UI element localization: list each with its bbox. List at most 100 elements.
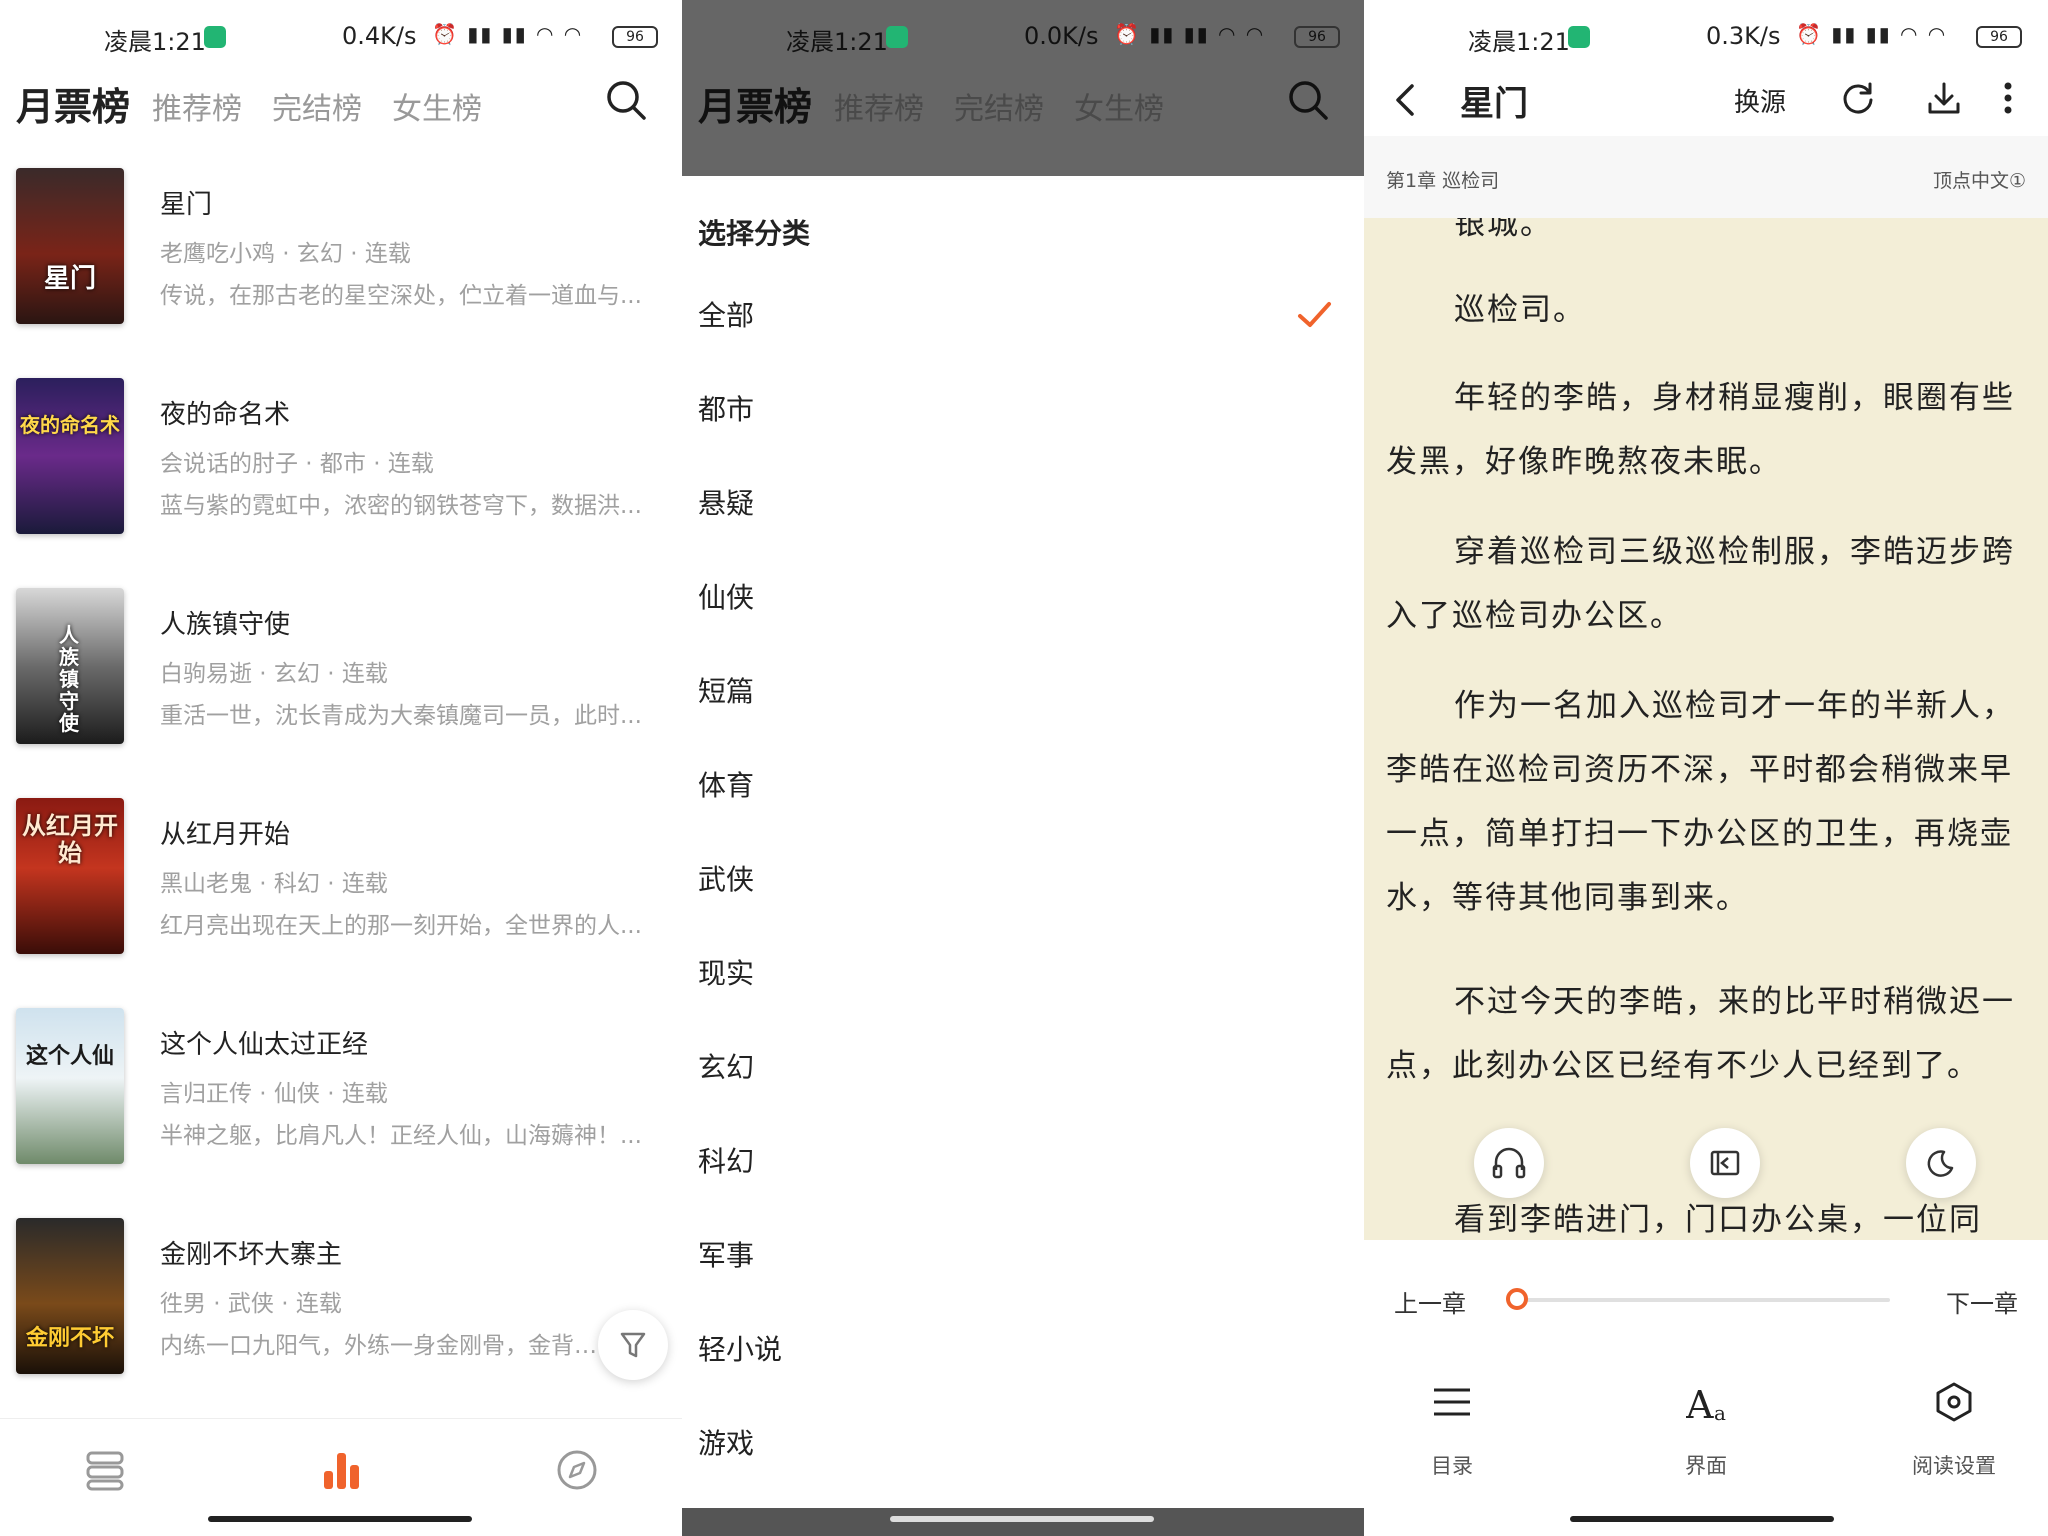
home-indicator[interactable] <box>208 1516 472 1522</box>
book-cover: 人族镇守使 <box>16 588 124 744</box>
category-item-military[interactable]: 军事 <box>698 1234 1348 1294</box>
category-label: 军事 <box>698 1239 755 1272</box>
tab-completed[interactable]: 完结榜 <box>954 84 1044 128</box>
book-desc: 红月亮出现在天上的那一刻开始，全世界的人... <box>160 913 642 939</box>
signal-icons: ⏰ ▮▮ ▮▮ ◠ ◠ <box>1114 22 1266 46</box>
reading-page[interactable]: 银城。 巡检司。 年轻的李皓，身材稍显瘦削，眼圈有些发黑，好像昨晚熬夜未眠。 穿… <box>1364 218 2048 1240</box>
paragraph: 巡检司。 <box>1454 292 1586 328</box>
interface-button[interactable]: Aa 界面 <box>1646 1370 1766 1480</box>
status-time: 凌晨1:21 <box>104 28 206 56</box>
search-icon[interactable] <box>1286 78 1330 122</box>
book-list-item[interactable]: 这个人仙 这个人仙太过正经 言归正传 · 仙侠 · 连载 半神之躯，比肩凡人！正… <box>0 1008 682 1218</box>
ranking-tabs: 月票榜 推荐榜 完结榜 女生榜 <box>0 76 682 166</box>
tab-female[interactable]: 女生榜 <box>1074 84 1164 128</box>
home-indicator[interactable] <box>1570 1516 1834 1522</box>
tab-recommend[interactable]: 推荐榜 <box>834 84 924 128</box>
shield-icon <box>1568 26 1590 48</box>
listen-button[interactable] <box>1474 1128 1544 1198</box>
book-list-item[interactable]: 金刚不坏 金刚不坏大寨主 徃男 · 武侠 · 连载 内练一口九阳气，外练一身金刚… <box>0 1218 682 1428</box>
more-icon[interactable] <box>1998 78 2018 118</box>
ranking-icon[interactable] <box>316 1445 366 1495</box>
book-desc: 重活一世，沈长青成为大秦镇魔司一员，此时... <box>160 703 642 729</box>
next-chapter-button[interactable]: 下一章 <box>1946 1284 2018 1319</box>
download-icon[interactable] <box>1924 78 1964 118</box>
category-label: 体育 <box>698 769 755 802</box>
page-turn-icon <box>1710 1150 1740 1176</box>
night-mode-button[interactable] <box>1906 1128 1976 1198</box>
refresh-icon[interactable] <box>1838 78 1878 118</box>
paragraph: 银城。 <box>1454 218 1553 242</box>
tab-monthly-ticket[interactable]: 月票榜 <box>16 76 130 131</box>
discover-icon[interactable] <box>552 1445 602 1495</box>
status-time: 凌晨1:21 <box>1468 28 1570 56</box>
status-bar: 凌晨1:21 0.0K/s ⏰ ▮▮ ▮▮ ◠ ◠ 96 <box>682 0 1364 76</box>
source-name: 顶点中文① <box>1932 170 2026 192</box>
book-title: 夜的命名术 <box>160 400 291 430</box>
auto-page-button[interactable] <box>1690 1128 1760 1198</box>
prev-chapter-button[interactable]: 上一章 <box>1394 1284 1466 1319</box>
category-item-short[interactable]: 短篇 <box>698 670 1348 730</box>
battery-icon: 96 <box>1294 26 1340 48</box>
category-item-wuxia[interactable]: 武侠 <box>698 858 1348 918</box>
category-item-fantasy[interactable]: 玄幻 <box>698 1046 1348 1106</box>
catalog-button[interactable]: 目录 <box>1392 1370 1512 1480</box>
tab-recommend[interactable]: 推荐榜 <box>152 84 242 128</box>
category-item-all[interactable]: 全部 <box>698 294 1348 354</box>
chapter-title: 第1章 巡检司 <box>1386 170 1500 192</box>
book-meta: 会说话的肘子 · 都市 · 连载 <box>160 451 434 477</box>
home-indicator[interactable] <box>890 1516 1154 1522</box>
ranking-tabs: 月票榜 推荐榜 完结榜 女生榜 <box>682 76 1364 166</box>
category-item-xianxia[interactable]: 仙侠 <box>698 576 1348 636</box>
tab-completed[interactable]: 完结榜 <box>272 84 362 128</box>
paragraph: 穿着巡检司三级巡检制服，李皓迈步跨入了巡检司办公区。 <box>1386 534 2015 634</box>
back-arrow-icon[interactable] <box>1390 80 1420 120</box>
paragraph: 年轻的李皓，身材稍显瘦削，眼圈有些发黑，好像昨晚熬夜未眠。 <box>1386 380 2015 480</box>
category-item-sports[interactable]: 体育 <box>698 764 1348 824</box>
signal-icons: ⏰ ▮▮ ▮▮ ◠ ◠ <box>1796 22 1948 46</box>
cover-text: 人族镇守使 <box>59 623 79 735</box>
svg-text:A: A <box>1686 1383 1714 1426</box>
book-list-item[interactable]: 从红月开始 从红月开始 黑山老鬼 · 科幻 · 连载 红月亮出现在天上的那一刻开… <box>0 798 682 1008</box>
book-cover: 这个人仙 <box>16 1008 124 1164</box>
category-label: 武侠 <box>698 863 755 896</box>
progress-slider-thumb[interactable] <box>1506 1288 1528 1310</box>
book-list-item[interactable]: 人族镇守使 人族镇守使 白驹易逝 · 玄幻 · 连载 重活一世，沈长青成为大秦镇… <box>0 588 682 798</box>
tab-female[interactable]: 女生榜 <box>392 84 482 128</box>
book-list-item[interactable]: 夜的命名术 夜的命名术 会说话的肘子 · 都市 · 连载 蓝与紫的霓虹中，浓密的… <box>0 378 682 588</box>
search-icon[interactable] <box>604 78 648 122</box>
dimmed-footer <box>682 1508 1364 1536</box>
tool-label: 界面 <box>1685 1454 1727 1478</box>
category-item-scifi[interactable]: 科幻 <box>698 1140 1348 1200</box>
book-desc: 蓝与紫的霓虹中，浓密的钢铁苍穹下，数据洪... <box>160 493 642 519</box>
category-item-reality[interactable]: 现实 <box>698 952 1348 1012</box>
sheet-title: 选择分类 <box>698 217 811 250</box>
bookshelf-icon[interactable] <box>80 1445 130 1495</box>
moon-icon <box>1927 1150 1954 1177</box>
book-list-item[interactable]: 星门 星门 老鹰吃小鸡 · 玄幻 · 连载 传说，在那古老的星空深处，伫立着一道… <box>0 168 682 378</box>
category-item-suspense[interactable]: 悬疑 <box>698 482 1348 542</box>
category-label: 悬疑 <box>698 487 755 520</box>
category-item-light-novel[interactable]: 轻小说 <box>698 1328 1348 1388</box>
filter-icon <box>620 1332 646 1358</box>
category-label: 现实 <box>698 957 755 990</box>
change-source-button[interactable]: 换源 <box>1734 82 1786 119</box>
chapter-bar: 第1章 巡检司 顶点中文① <box>1364 136 2048 218</box>
book-meta: 徃男 · 武侠 · 连载 <box>160 1291 342 1317</box>
cover-text: 从红月开始 <box>22 811 118 867</box>
book-desc: 半神之躯，比肩凡人！正经人仙，山海薅神！... <box>160 1123 642 1149</box>
filter-button[interactable] <box>598 1310 668 1380</box>
book-title: 星门 <box>160 190 213 220</box>
progress-slider[interactable] <box>1516 1298 1890 1302</box>
status-bar: 凌晨1:21 0.3K/s ⏰ ▮▮ ▮▮ ◠ ◠ 96 <box>1364 0 2048 76</box>
book-cover: 夜的命名术 <box>16 378 124 534</box>
category-item-urban[interactable]: 都市 <box>698 388 1348 448</box>
category-item-game[interactable]: 游戏 <box>698 1422 1348 1482</box>
book-cover: 金刚不坏 <box>16 1218 124 1374</box>
dimmed-header[interactable]: 凌晨1:21 0.0K/s ⏰ ▮▮ ▮▮ ◠ ◠ 96 月票榜 推荐榜 完结榜… <box>682 0 1364 176</box>
category-label: 全部 <box>698 299 755 332</box>
book-desc: 内练一口九阳气，外练一身金刚骨，金背大... <box>160 1333 600 1359</box>
cover-text: 这个人仙 <box>25 1042 114 1069</box>
signal-icons: ⏰ ▮▮ ▮▮ ◠ ◠ <box>432 22 584 46</box>
tab-monthly-ticket[interactable]: 月票榜 <box>698 76 812 131</box>
reading-settings-button[interactable]: 阅读设置 <box>1894 1370 2014 1480</box>
